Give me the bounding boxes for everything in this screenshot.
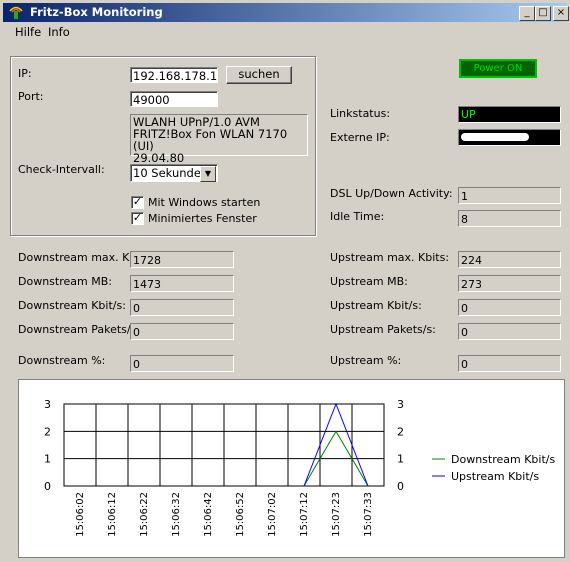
menu-info[interactable]: Info: [48, 25, 70, 39]
chevron-down-icon[interactable]: ▼: [200, 166, 216, 182]
menu-hilfe[interactable]: Hilfe: [15, 25, 41, 39]
downstream-pakets-label: Downstream Pakets/s:: [18, 323, 141, 336]
idle-time-label: Idle Time:: [330, 210, 385, 223]
y-tick-label-right: 3: [397, 398, 404, 411]
upstream-pakets-field: 0: [458, 323, 561, 340]
y-tick-label-right: 2: [397, 425, 404, 438]
downstream-percent-label: Downstream %:: [18, 354, 106, 367]
ip-field[interactable]: 192.168.178.1: [130, 67, 218, 83]
y-tick-label-left: 2: [44, 425, 51, 438]
interval-value: 10 Sekunden: [133, 166, 209, 180]
upstream-mb-label: Upstream MB:: [330, 275, 408, 288]
y-tick-label-left: 1: [44, 453, 51, 466]
link-status-field: UP: [458, 106, 561, 123]
y-tick-label-left: 3: [44, 398, 51, 411]
y-tick-label-right: 0: [397, 480, 404, 493]
x-tick-label: 15:07:02: [267, 492, 278, 537]
y-tick-label-left: 0: [44, 480, 51, 493]
upstream-pakets-label: Upstream Pakets/s:: [330, 323, 436, 336]
downstream-percent-field: 0: [130, 355, 234, 372]
minimized-checkbox[interactable]: ✓: [131, 212, 144, 225]
traffic-chart: 0 0 1 1 2 2 3 3 15:06:02 15:06:12 15:06:22 15:06:32…: [18, 379, 565, 558]
x-tick-label: 15:06:52: [235, 492, 246, 537]
series-line: [303, 402, 369, 487]
upstream-percent-label: Upstream %:: [330, 354, 402, 367]
autostart-checkbox[interactable]: ✓: [131, 196, 144, 209]
device-info-line: 29.04.80: [133, 151, 185, 165]
x-tick-label: 15:06:22: [139, 492, 150, 537]
title-bar[interactable]: Fritz-Box Monitoring _ □ ×: [3, 3, 569, 22]
downstream-max-field: 1728: [130, 251, 234, 268]
link-label: Linkstatus:: [330, 107, 391, 120]
fritzbox-app-icon: [9, 6, 23, 19]
external-ip-field: [458, 129, 561, 146]
y-tick-label-right: 1: [397, 453, 404, 466]
traffic-chart-svg: 0 0 1 1 2 2 3 3 15:06:02 15:06:12 15:06:22 15:06:32…: [44, 398, 555, 537]
main-window: Fritz-Box Monitoring _ □ × Hilfe Info IP…: [0, 0, 570, 562]
downstream-mb-label: Downstream MB:: [18, 275, 112, 288]
minimize-button[interactable]: _: [519, 6, 535, 21]
legend-label: Downstream Kbit/s: [451, 453, 555, 466]
dsl-activity-label: DSL Up/Down Activity:: [330, 187, 453, 200]
upstream-max-field: 224: [458, 251, 561, 268]
interval-label: Check-Intervall:: [18, 163, 105, 176]
upstream-percent-field: 0: [458, 355, 561, 372]
x-tick-label: 15:06:32: [171, 492, 182, 537]
x-tick-label: 15:07:23: [331, 492, 342, 537]
minimized-label: Minimiertes Fenster: [148, 212, 257, 225]
x-tick-label: 15:06:02: [75, 492, 86, 537]
downstream-pakets-field: 0: [130, 323, 234, 340]
idle-time-field: 8: [458, 210, 561, 227]
device-info-line: FRITZ!Box Fon WLAN 7170 (UI): [133, 127, 288, 153]
upstream-kbit-label: Upstream Kbit/s:: [330, 299, 422, 312]
port-label: Port:: [18, 90, 44, 103]
search-button[interactable]: suchen: [226, 66, 292, 84]
legend-label: Upstream Kbit/s: [451, 470, 539, 483]
power-indicator: Power ON: [459, 59, 537, 78]
x-tick-label: 15:07:12: [299, 492, 310, 537]
port-field[interactable]: 49000: [130, 91, 218, 107]
external-ip-label: Externe IP:: [330, 131, 390, 144]
x-tick-label: 15:06:12: [107, 492, 118, 537]
downstream-kbit-label: Downstream Kbit/s:: [18, 299, 126, 312]
autostart-label: Mit Windows starten: [148, 196, 261, 209]
redacted-ip-mark: [461, 133, 529, 141]
upstream-kbit-field: 0: [458, 299, 561, 316]
dsl-activity-field: 1: [458, 187, 561, 204]
maximize-button[interactable]: □: [535, 6, 551, 21]
upstream-max-label: Upstream max. Kbits:: [330, 251, 450, 264]
menu-bar: Hilfe Info: [3, 23, 567, 41]
interval-select[interactable]: 10 Sekunden ▼: [130, 164, 218, 182]
ip-label: IP:: [18, 67, 32, 80]
x-tick-label: 15:06:42: [203, 492, 214, 537]
upstream-mb-field: 273: [458, 275, 561, 292]
window-title: Fritz-Box Monitoring: [30, 5, 163, 19]
downstream-mb-field: 1473: [130, 275, 234, 292]
device-info-box[interactable]: WLANH UPnP/1.0 AVM FRITZ!Box Fon WLAN 71…: [130, 114, 308, 164]
downstream-kbit-field: 0: [130, 299, 234, 316]
x-tick-label: 15:07:33: [363, 492, 374, 537]
close-button[interactable]: ×: [553, 6, 569, 21]
